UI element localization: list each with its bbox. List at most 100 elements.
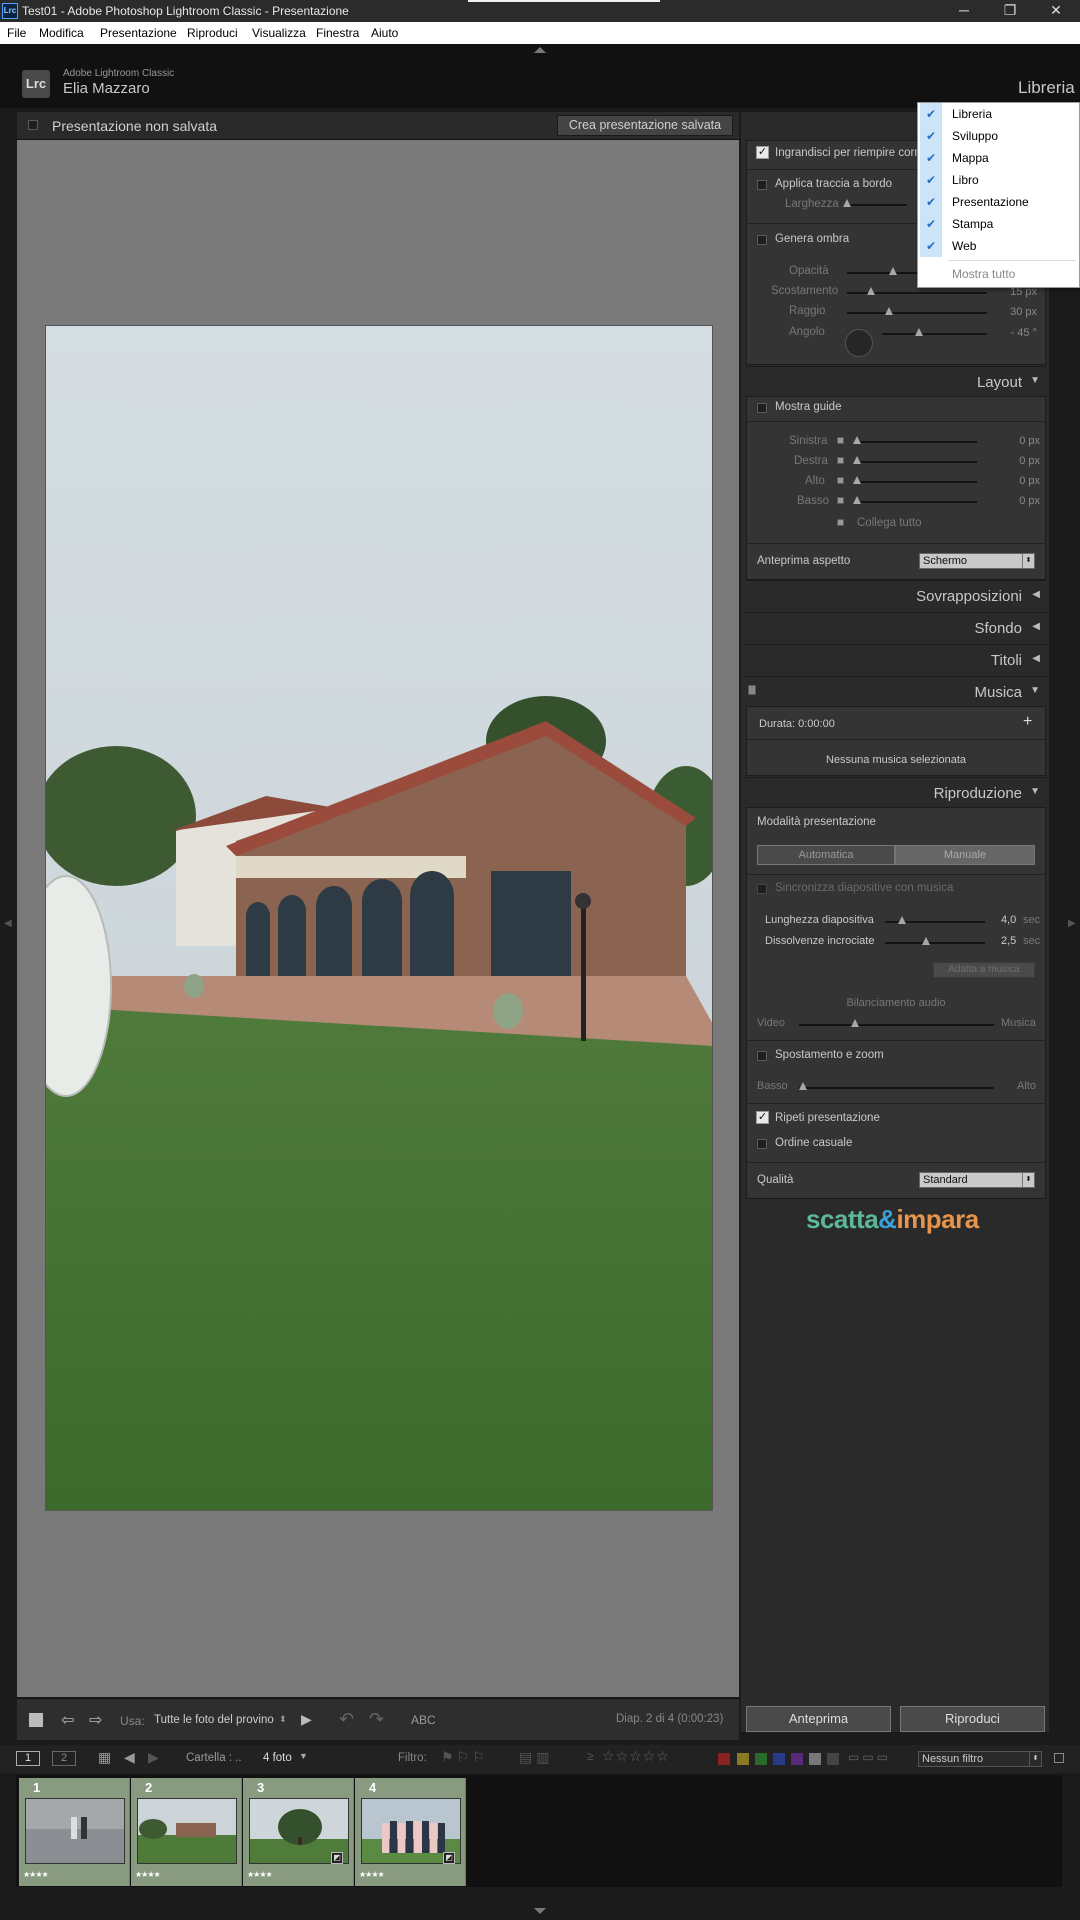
edit-filter-icons[interactable]: ▤▥ [519,1749,553,1766]
guide-right-handle[interactable] [853,456,861,464]
color-label-blue[interactable] [773,1753,785,1765]
use-source-select[interactable]: Tutte le foto del provino [154,1714,274,1726]
opacity-slider-handle[interactable] [889,267,897,275]
menu-item-libreria[interactable]: ✔ Libreria [918,103,1079,125]
color-label-none[interactable] [827,1753,839,1765]
filter-preset-select[interactable]: Nessun filtro ⬍ [918,1751,1042,1767]
panel-bottom-toggle-icon[interactable] [534,1908,546,1914]
menu-item-show-all[interactable]: Mostra tutto [918,263,1079,285]
guide-top-slider[interactable] [857,481,977,483]
dropdown-arrow-icon[interactable]: ▼ [299,1751,308,1761]
guide-right-slider[interactable] [857,461,977,463]
crossfade-slider[interactable] [885,942,985,944]
rotate-left-icon[interactable]: ↶ [339,1709,354,1730]
color-label-purple[interactable] [791,1753,803,1765]
aspect-preview-select[interactable]: Schermo ⬍ [919,553,1035,569]
menu-aiuto[interactable]: Aiuto [371,26,398,40]
create-saved-slideshow-button[interactable]: Crea presentazione salvata [557,115,733,136]
pan-zoom-checkbox[interactable] [757,1051,767,1061]
grid-view-icon[interactable]: ▦ [98,1749,111,1766]
radius-slider[interactable] [847,312,987,314]
restore-button[interactable]: ❐ [988,0,1032,22]
right-panel-toggle-icon[interactable]: ▶ [1068,918,1076,929]
offset-slider-handle[interactable] [867,287,875,295]
audio-balance-slider[interactable] [799,1024,994,1026]
sync-music-checkbox[interactable] [757,884,767,894]
playback-section-header[interactable]: Riproduzione ▼ [746,777,1046,807]
menu-finestra[interactable]: Finestra [316,26,359,40]
filmstrip-thumbnail[interactable]: 1 ★★★★ [19,1778,130,1886]
radius-slider-handle[interactable] [885,307,893,315]
slide-length-handle[interactable] [898,916,906,924]
guide-bottom-link[interactable] [837,497,844,504]
stop-icon[interactable] [29,1713,43,1727]
filmstrip-thumbnail[interactable]: 3 ◩ ★★★★ [243,1778,354,1886]
width-slider[interactable] [847,204,907,206]
audio-balance-handle[interactable] [851,1019,859,1027]
rating-operator-icon[interactable]: ≥ [587,1749,594,1763]
angle-slider-handle[interactable] [915,328,923,336]
guide-top-link[interactable] [837,477,844,484]
back-icon[interactable]: ◀ [124,1749,135,1766]
show-guides-checkbox[interactable] [757,403,767,413]
color-label-custom[interactable] [809,1753,821,1765]
kind-filter-icons[interactable]: ▭▭▭ [848,1750,891,1764]
module-picker-libreria[interactable]: Libreria [1018,78,1075,98]
pan-zoom-slider[interactable] [799,1087,994,1089]
guide-left-handle[interactable] [853,436,861,444]
angle-dial[interactable] [845,329,873,357]
menu-item-stampa[interactable]: ✔ Stampa [918,213,1079,235]
star-filter-icons[interactable]: ☆☆☆☆☆ [602,1748,670,1765]
repeat-slideshow-checkbox[interactable]: ✓ [756,1111,769,1124]
rotate-right-icon[interactable]: ↷ [369,1709,384,1730]
photo-count[interactable]: 4 foto [263,1752,292,1764]
width-slider-handle[interactable] [843,199,851,207]
menu-item-mappa[interactable]: ✔ Mappa [918,147,1079,169]
mode-manual-button[interactable]: Manuale [895,845,1035,865]
pan-zoom-handle[interactable] [799,1082,807,1090]
main-screen-button[interactable]: 1 [16,1751,40,1766]
minimize-button[interactable]: ─ [942,0,986,22]
next-slide-icon[interactable]: ⇨ [89,1710,102,1730]
add-music-icon[interactable]: + [1023,713,1032,731]
stroke-border-checkbox[interactable] [757,180,767,190]
cast-shadow-checkbox[interactable] [757,235,767,245]
guide-left-link[interactable] [837,437,844,444]
quality-select[interactable]: Standard ⬍ [919,1172,1035,1188]
guide-left-slider[interactable] [857,441,977,443]
music-enable-switch[interactable] [748,685,756,695]
overlays-section-header[interactable]: Sovrapposizioni ◀ [746,580,1046,610]
color-label-red[interactable] [718,1753,730,1765]
menu-visualizza[interactable]: Visualizza [252,26,306,40]
guide-top-handle[interactable] [853,476,861,484]
zoom-fill-checkbox[interactable]: ✓ [756,146,769,159]
color-label-green[interactable] [755,1753,767,1765]
color-label-yellow[interactable] [737,1753,749,1765]
guide-bottom-slider[interactable] [857,501,977,503]
backdrop-section-header[interactable]: Sfondo ◀ [746,612,1046,642]
menu-presentazione[interactable]: Presentazione [100,26,177,40]
mode-automatic-button[interactable]: Automatica [757,845,895,865]
guide-right-link[interactable] [837,457,844,464]
play-preview-icon[interactable]: ▶ [301,1711,312,1728]
flag-filter-icons[interactable]: ⚑⚐⚐ [441,1749,488,1766]
menu-file[interactable]: File [7,26,26,40]
menu-item-web[interactable]: ✔ Web [918,235,1079,257]
source-folder-label[interactable]: Cartella : .. [186,1752,242,1764]
filmstrip-thumbnail[interactable]: 4 ◩ ★★★★ [355,1778,466,1886]
guide-bottom-handle[interactable] [853,496,861,504]
second-screen-button[interactable]: 2 [52,1751,76,1766]
angle-slider[interactable] [882,333,987,335]
menu-item-sviluppo[interactable]: ✔ Sviluppo [918,125,1079,147]
forward-icon[interactable]: ▶ [148,1749,159,1766]
left-panel-toggle-icon[interactable]: ◀ [4,918,12,929]
panel-top-toggle-icon[interactable] [534,47,546,53]
menu-modifica[interactable]: Modifica [39,26,84,40]
add-text-abc-button[interactable]: ABC [411,1713,436,1727]
preview-button[interactable]: Anteprima [746,1706,891,1732]
close-button[interactable]: ✕ [1034,0,1078,22]
titles-section-header[interactable]: Titoli ◀ [746,644,1046,674]
random-order-checkbox[interactable] [757,1139,767,1149]
menu-item-libro[interactable]: ✔ Libro [918,169,1079,191]
previous-slide-icon[interactable]: ⇦ [61,1710,74,1730]
